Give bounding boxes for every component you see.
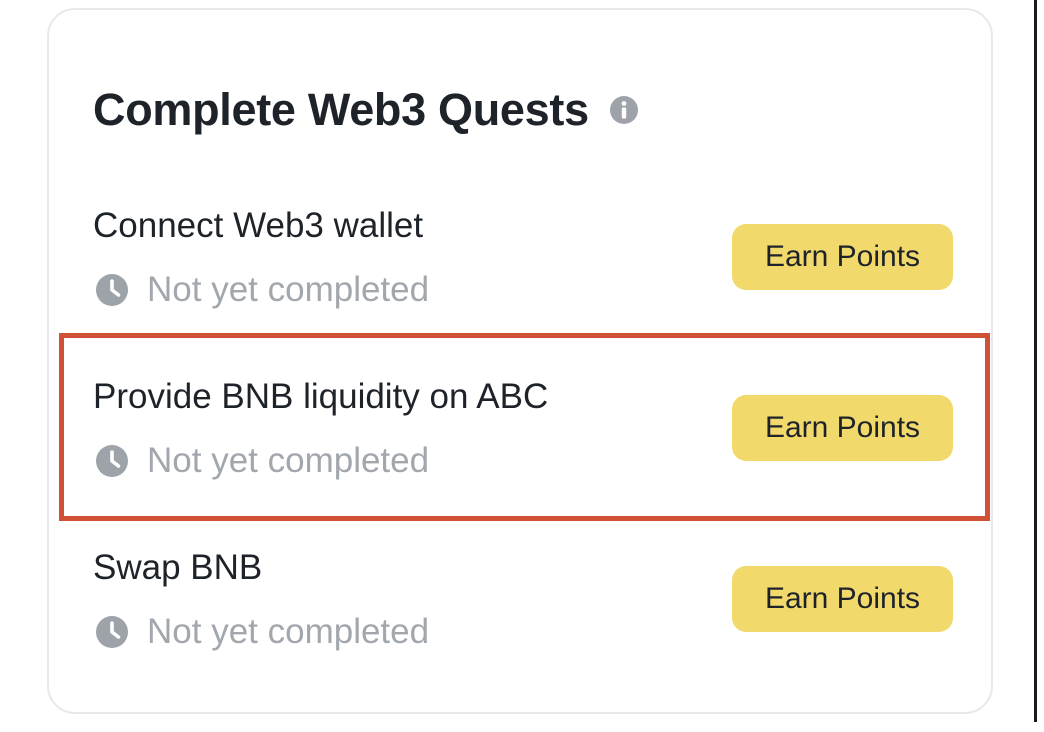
status-text: Not yet completed xyxy=(147,270,430,309)
info-icon[interactable] xyxy=(609,95,639,125)
quest-name: Swap BNB xyxy=(93,548,263,587)
quest-item-provide-liquidity: Provide BNB liquidity on ABC Not yet com… xyxy=(49,377,995,537)
page-edge-divider xyxy=(1034,0,1037,722)
card-header: Complete Web3 Quests xyxy=(93,84,639,136)
web3-quests-card: Complete Web3 Quests Connect Web3 wallet… xyxy=(47,8,993,714)
card-title: Complete Web3 Quests xyxy=(93,84,589,135)
clock-icon xyxy=(95,273,129,307)
earn-points-button[interactable]: Earn Points xyxy=(732,395,953,461)
status-text: Not yet completed xyxy=(147,441,430,480)
quest-status: Not yet completed xyxy=(95,612,429,652)
quest-status: Not yet completed xyxy=(95,441,429,481)
quest-name: Connect Web3 wallet xyxy=(93,206,424,245)
earn-points-button[interactable]: Earn Points xyxy=(732,224,953,290)
quest-item-connect-wallet: Connect Web3 wallet Not yet completed Ea… xyxy=(49,206,995,366)
clock-icon xyxy=(95,444,129,478)
quest-name: Provide BNB liquidity on ABC xyxy=(93,377,549,416)
clock-icon xyxy=(95,615,129,649)
status-text: Not yet completed xyxy=(147,612,430,651)
earn-points-button[interactable]: Earn Points xyxy=(732,566,953,632)
quest-status: Not yet completed xyxy=(95,270,429,310)
quest-item-swap-bnb: Swap BNB Not yet completed Earn Points xyxy=(49,548,995,708)
